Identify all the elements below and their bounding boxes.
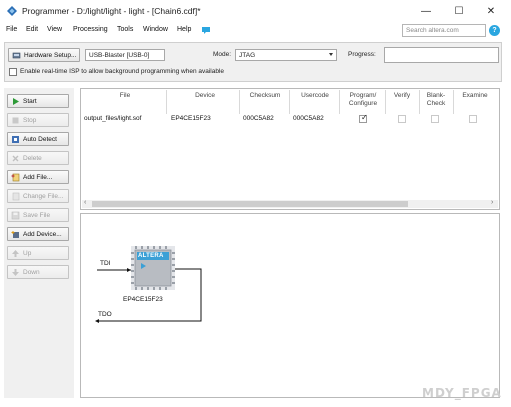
scroll-right-icon[interactable]: › bbox=[491, 199, 493, 206]
column-separator bbox=[453, 90, 454, 114]
column-header-usercode[interactable]: Usercode bbox=[291, 92, 339, 100]
scroll-left-icon[interactable]: ‹ bbox=[84, 199, 86, 206]
jtag-wiring bbox=[95, 268, 202, 323]
change-file-button[interactable]: Change File... bbox=[7, 189, 69, 203]
program-configure-checkbox[interactable]: ✓ bbox=[359, 113, 368, 123]
checkmark-icon: ✓ bbox=[361, 113, 368, 122]
chat-bubble-icon[interactable] bbox=[201, 26, 211, 35]
column-header-blank-check[interactable]: Blank- Check bbox=[421, 92, 451, 108]
programmer-app-icon bbox=[7, 6, 17, 16]
watermark-text: MDY_FPGA bbox=[422, 386, 502, 400]
menu-edit[interactable]: Edit bbox=[26, 26, 38, 33]
delete-icon bbox=[12, 155, 19, 161]
down-icon bbox=[12, 268, 19, 276]
down-label: Down bbox=[23, 268, 40, 276]
jtag-chain-diagram: TDI TDO ALTERA EP4CE15F23 bbox=[80, 213, 500, 398]
column-header-examine[interactable]: Examine bbox=[457, 92, 493, 100]
stop-label: Stop bbox=[23, 116, 37, 124]
auto-detect-button[interactable]: Auto Detect bbox=[7, 132, 69, 146]
minimize-button[interactable]: — bbox=[413, 3, 439, 19]
progress-bar bbox=[384, 47, 499, 63]
column-separator bbox=[289, 90, 290, 114]
save-file-icon bbox=[11, 211, 20, 219]
scrollbar-thumb[interactable] bbox=[92, 201, 408, 207]
delete-label: Delete bbox=[23, 154, 42, 162]
add-device-label: Add Device... bbox=[23, 230, 62, 238]
row-usercode: 000C5A82 bbox=[293, 115, 324, 122]
verify-checkbox[interactable] bbox=[398, 115, 406, 123]
help-icon[interactable]: ? bbox=[489, 25, 500, 36]
change-file-label: Change File... bbox=[23, 192, 64, 200]
down-button[interactable]: Down bbox=[7, 265, 69, 279]
menu-view[interactable]: View bbox=[47, 26, 62, 33]
altera-logo-text: ALTERA bbox=[138, 253, 164, 259]
auto-detect-label: Auto Detect bbox=[23, 135, 57, 143]
window-title: Programmer - D:/light/light - light - [C… bbox=[22, 6, 201, 16]
hardware-icon bbox=[12, 52, 21, 58]
up-button[interactable]: Up bbox=[7, 246, 69, 260]
up-label: Up bbox=[23, 249, 32, 257]
examine-checkbox[interactable] bbox=[469, 115, 477, 123]
column-header-checksum[interactable]: Checksum bbox=[241, 92, 289, 100]
maximize-button[interactable]: ☐ bbox=[446, 3, 472, 19]
column-separator bbox=[385, 90, 386, 114]
column-header-device[interactable]: Device bbox=[185, 92, 225, 100]
mode-select[interactable]: JTAG bbox=[235, 49, 337, 61]
save-file-button[interactable]: Save File bbox=[7, 208, 69, 222]
start-button[interactable]: Start bbox=[7, 94, 69, 108]
column-separator bbox=[239, 90, 240, 114]
menu-help[interactable]: Help bbox=[177, 26, 191, 33]
hardware-panel: Hardware Setup... USB-Blaster [USB-0] Mo… bbox=[4, 42, 502, 82]
mode-value: JTAG bbox=[239, 52, 256, 59]
column-header-verify[interactable]: Verify bbox=[387, 92, 417, 100]
row-file[interactable]: output_files/light.sof bbox=[84, 115, 141, 122]
stop-button[interactable]: Stop bbox=[7, 113, 69, 127]
menu-tools[interactable]: Tools bbox=[117, 26, 133, 33]
add-file-icon bbox=[11, 173, 20, 181]
menu-file[interactable]: File bbox=[6, 26, 17, 33]
row-device[interactable]: EP4CE15F23 bbox=[171, 115, 211, 122]
delete-button[interactable]: Delete bbox=[7, 151, 69, 165]
save-file-label: Save File bbox=[23, 211, 51, 219]
add-device-icon bbox=[11, 230, 19, 238]
title-bar: Programmer - D:/light/light - light - [C… bbox=[0, 0, 511, 22]
horizontal-scrollbar[interactable]: ‹ › bbox=[82, 199, 498, 208]
search-input[interactable]: Search altera.com bbox=[402, 24, 486, 37]
add-file-label: Add File... bbox=[23, 173, 53, 181]
file-table: File Device Checksum Usercode Program/ C… bbox=[80, 88, 500, 210]
chevron-down-icon bbox=[329, 53, 333, 56]
blank-check-checkbox[interactable] bbox=[431, 115, 439, 123]
column-separator bbox=[419, 90, 420, 114]
action-button-column: Start Stop Auto Detect Delete Add File..… bbox=[4, 88, 74, 398]
change-file-icon bbox=[12, 192, 20, 200]
isp-checkbox[interactable] bbox=[9, 68, 17, 76]
hardware-device-field: USB-Blaster [USB-0] bbox=[85, 49, 165, 61]
add-device-button[interactable]: Add Device... bbox=[7, 227, 69, 241]
tdo-label: TDO bbox=[98, 311, 112, 318]
row-checksum: 000C5A82 bbox=[243, 115, 274, 122]
chip-device-name: EP4CE15F23 bbox=[123, 296, 163, 303]
stop-icon bbox=[12, 117, 19, 123]
column-separator bbox=[339, 90, 340, 114]
hardware-setup-button[interactable]: Hardware Setup... bbox=[8, 48, 80, 62]
column-header-program-configure[interactable]: Program/ Configure bbox=[341, 92, 385, 108]
auto-detect-icon bbox=[12, 135, 19, 143]
menu-processing[interactable]: Processing bbox=[73, 26, 108, 33]
add-file-button[interactable]: Add File... bbox=[7, 170, 69, 184]
up-icon bbox=[12, 249, 19, 257]
column-separator bbox=[166, 90, 167, 114]
tdi-label: TDI bbox=[100, 260, 111, 267]
close-button[interactable]: ✕ bbox=[478, 3, 504, 19]
progress-label: Progress: bbox=[348, 51, 376, 58]
start-label: Start bbox=[23, 97, 37, 105]
isp-checkbox-label: Enable real-time ISP to allow background… bbox=[20, 68, 225, 75]
menu-window[interactable]: Window bbox=[143, 26, 168, 33]
play-icon bbox=[13, 97, 19, 105]
hardware-setup-label: Hardware Setup... bbox=[24, 51, 77, 59]
column-header-file[interactable]: File bbox=[111, 92, 139, 100]
mode-label: Mode: bbox=[213, 51, 232, 58]
